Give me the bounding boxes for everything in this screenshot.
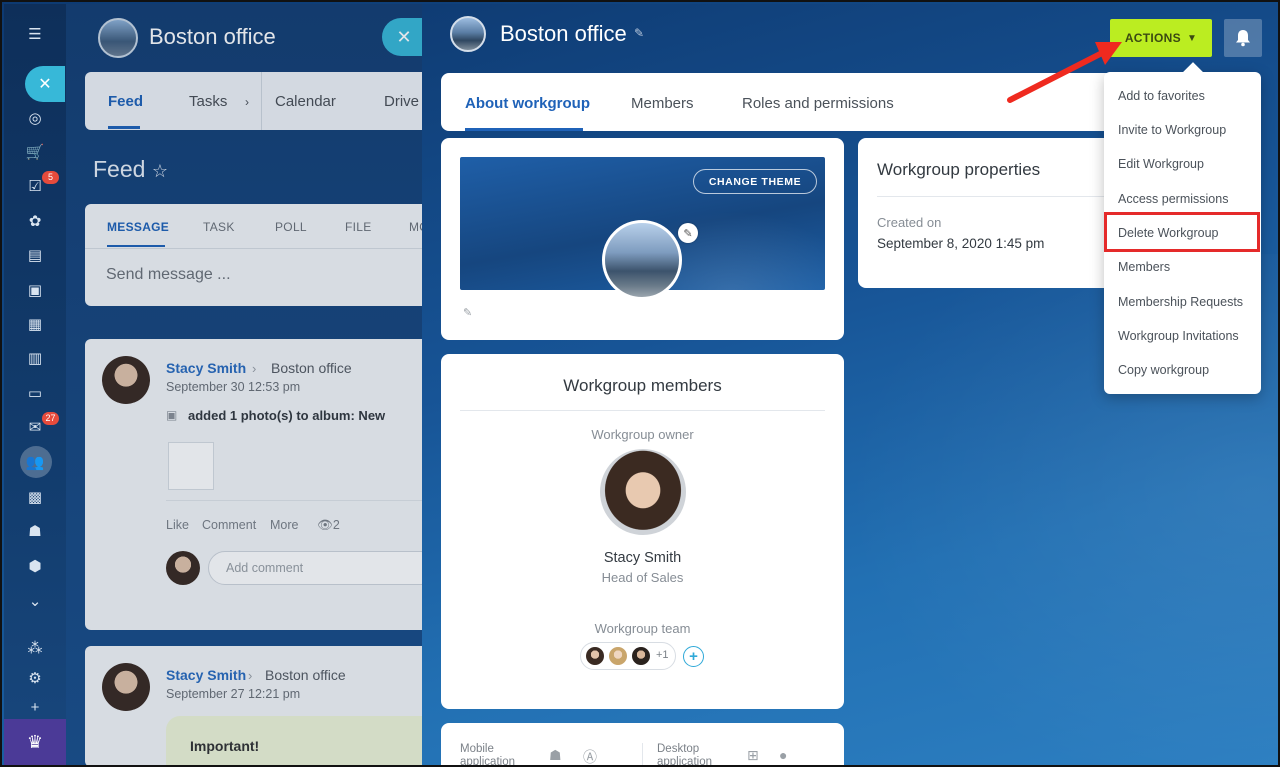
windows-icon[interactable]: ⊞ <box>747 747 759 764</box>
chat-icon[interactable]: ▣ <box>25 280 45 300</box>
add-icon[interactable]: + <box>25 697 45 717</box>
owner-role: Head of Sales <box>601 570 684 585</box>
android-icon[interactable]: ☗ <box>549 747 562 764</box>
red-arrow-annotation <box>1007 42 1122 103</box>
team-avatars[interactable]: +1 <box>580 642 676 670</box>
add-member-button[interactable]: + <box>683 646 704 667</box>
notifications-button[interactable] <box>1224 19 1262 57</box>
screen: ☰ ✕ ◎ 🛒 ☑ 5 ✿ ▤ ▣ ▦ ▥ ▭ ✉ 27 👥 ▩ ☗ ⬢ ⌄ ⁂… <box>0 0 1280 767</box>
target-icon[interactable]: ◎ <box>25 108 45 128</box>
slider-title: Boston office <box>500 21 627 46</box>
more-icon[interactable]: ⌄ <box>25 591 45 611</box>
desktop-app-label: Desktop application <box>657 743 712 767</box>
avatar <box>631 646 651 666</box>
menu-item-membership-requests[interactable]: Membership Requests <box>1118 295 1243 309</box>
crm-icon[interactable]: ✿ <box>25 211 45 231</box>
owner-label: Workgroup owner <box>591 427 694 442</box>
cart-icon[interactable]: 🛒 <box>25 142 45 162</box>
apps-divider <box>642 743 643 765</box>
menu-item-edit-workgroup[interactable]: Edit Workgroup <box>1118 157 1204 171</box>
theme-card: CHANGE THEME ✎ ✎ <box>441 138 844 340</box>
avatar[interactable] <box>600 449 686 535</box>
document-icon[interactable]: ▥ <box>25 348 45 368</box>
robot-icon[interactable]: ☗ <box>25 521 45 541</box>
bell-icon <box>1236 30 1250 47</box>
sites-icon[interactable]: ▤ <box>25 245 45 265</box>
sitemap-icon[interactable]: ⁂ <box>25 638 45 658</box>
menu-item-access-permissions[interactable]: Access permissions <box>1118 192 1228 206</box>
gear-icon[interactable]: ⚙ <box>25 668 45 688</box>
members-divider <box>460 410 825 411</box>
drive-icon[interactable]: ▭ <box>25 383 45 403</box>
created-label: Created on <box>877 215 942 230</box>
menu-item-workgroup-invitations[interactable]: Workgroup Invitations <box>1118 329 1239 343</box>
menu-item-members[interactable]: Members <box>1118 260 1170 274</box>
actions-label: ACTIONS <box>1124 31 1181 45</box>
change-theme-button[interactable]: CHANGE THEME <box>693 169 817 194</box>
crown-icon[interactable]: ♛ <box>4 719 66 765</box>
properties-title: Workgroup properties <box>877 160 1041 179</box>
members-card: Workgroup members Workgroup owner Stacy … <box>441 354 844 709</box>
team-label: Workgroup team <box>594 621 691 636</box>
background-overlay <box>66 4 426 765</box>
delete-workgroup-highlight <box>1104 212 1260 252</box>
pencil-icon[interactable]: ✎ <box>678 223 698 243</box>
calendar-icon[interactable]: ▦ <box>25 314 45 334</box>
menu-icon[interactable]: ☰ <box>25 24 45 44</box>
apps-card: Mobile application ☗ Ⓐ Desktop applicati… <box>441 723 844 767</box>
tab-about-workgroup[interactable]: About workgroup <box>465 95 590 112</box>
tab-underline <box>465 128 583 131</box>
avatar <box>608 646 628 666</box>
team-more-count: +1 <box>656 649 669 661</box>
app-store-icon[interactable]: Ⓐ <box>583 747 597 765</box>
tasks-badge: 5 <box>42 171 59 184</box>
apple-icon[interactable]: ● <box>779 747 787 763</box>
mobile-app-label: Mobile application <box>460 743 515 767</box>
store-icon[interactable]: ⬢ <box>25 556 45 576</box>
chevron-down-icon: ▼ <box>1186 32 1198 44</box>
tab-members[interactable]: Members <box>631 95 694 112</box>
owner-name[interactable]: Stacy Smith <box>441 550 844 566</box>
pencil-icon[interactable]: ✎ <box>634 26 644 40</box>
menu-item-invite-to-workgroup[interactable]: Invite to Workgroup <box>1118 123 1226 137</box>
workgroups-icon[interactable]: 👥 <box>25 452 45 472</box>
group-avatar <box>450 16 486 52</box>
avatar <box>585 646 605 666</box>
pencil-icon[interactable]: ✎ <box>463 306 472 319</box>
created-value: September 8, 2020 1:45 pm <box>877 236 1045 251</box>
tab-roles-permissions[interactable]: Roles and permissions <box>742 95 894 112</box>
workgroup-avatar[interactable] <box>602 220 682 300</box>
members-title: Workgroup members <box>563 376 722 395</box>
left-rail: ☰ ✕ ◎ 🛒 ☑ 5 ✿ ▤ ▣ ▦ ▥ ▭ ✉ 27 👥 ▩ ☗ ⬢ ⌄ ⁂… <box>4 4 66 765</box>
contact-center-icon[interactable]: ▩ <box>25 487 45 507</box>
mail-badge: 27 <box>42 412 59 425</box>
close-icon[interactable]: ✕ <box>25 66 65 102</box>
menu-item-copy-workgroup[interactable]: Copy workgroup <box>1118 363 1209 377</box>
